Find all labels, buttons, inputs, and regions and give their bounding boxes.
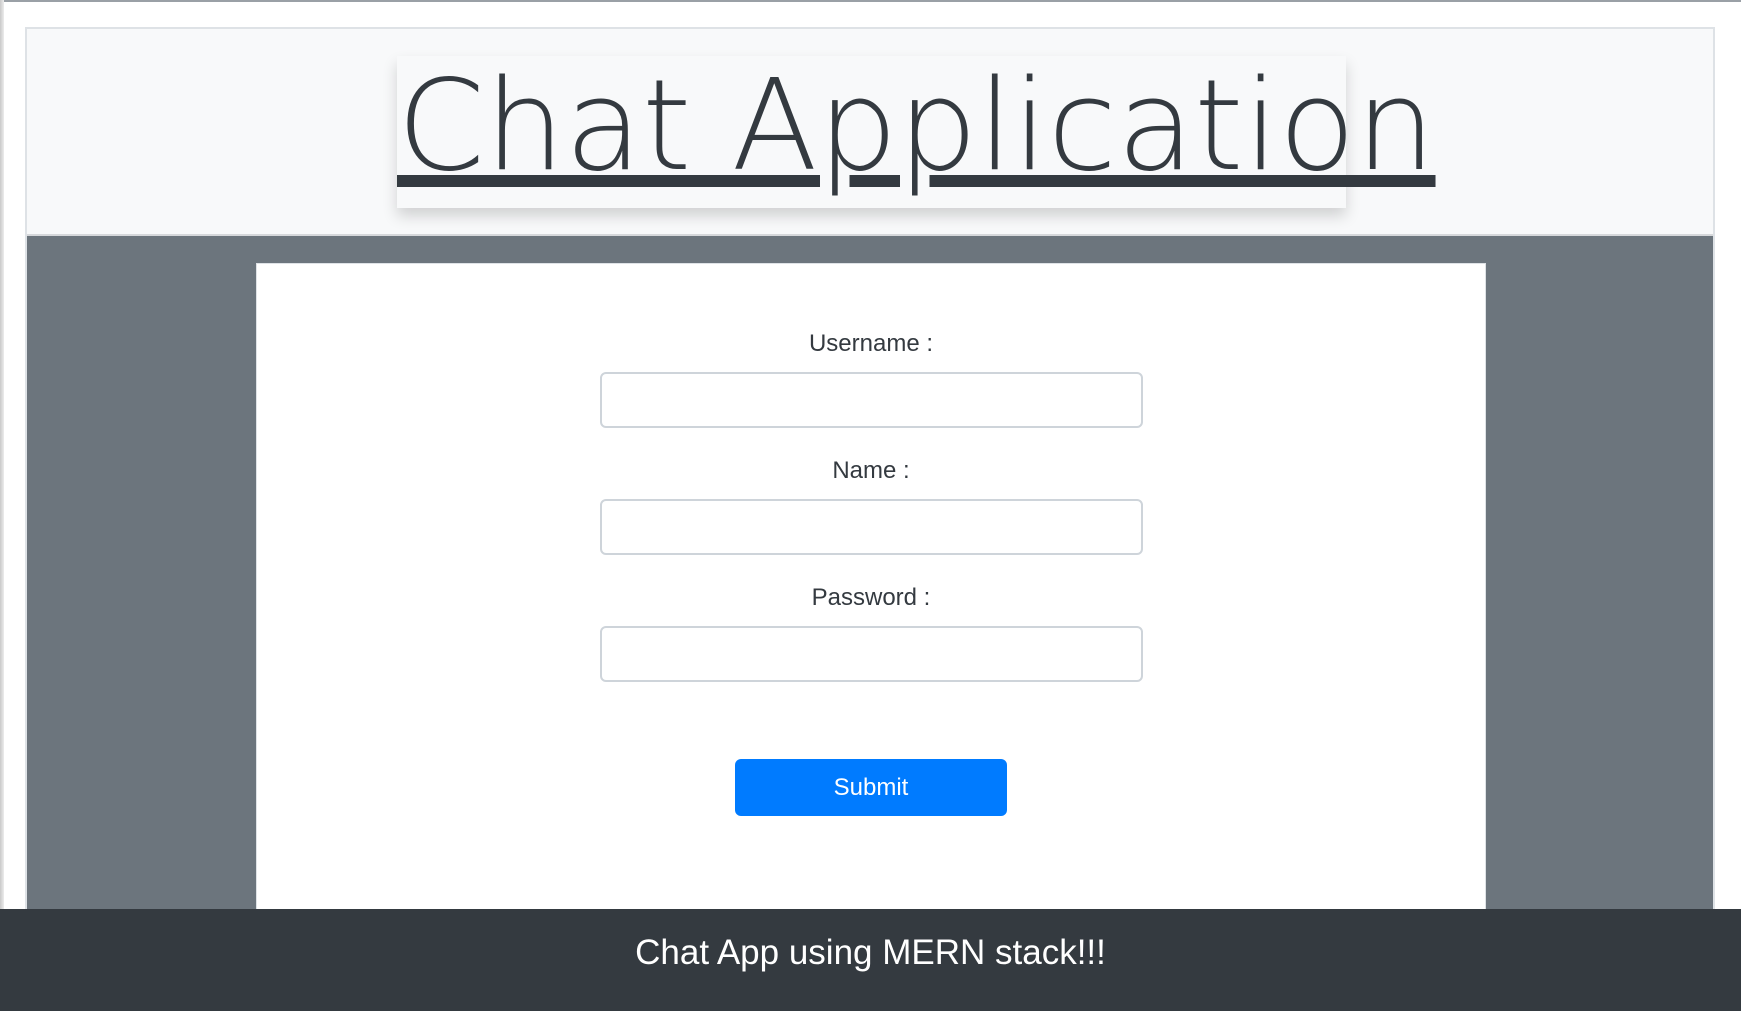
password-input[interactable] (600, 626, 1143, 682)
username-input[interactable] (600, 372, 1143, 428)
submit-button[interactable]: Submit (735, 759, 1007, 816)
top-border (0, 0, 1741, 2)
password-label: Password : (811, 584, 931, 611)
app-container: Chat Application Username : Name : Passw… (25, 27, 1715, 1011)
name-label: Name : (832, 457, 910, 484)
left-border (0, 0, 4, 1011)
name-input[interactable] (600, 499, 1143, 555)
footer-text: Chat App using MERN stack!!! (635, 933, 1106, 972)
login-card: Username : Name : Password : Submit (256, 263, 1486, 1011)
footer: Chat App using MERN stack!!! (0, 909, 1741, 1011)
header: Chat Application (27, 29, 1713, 236)
username-label: Username : (808, 330, 934, 357)
title-box: Chat Application (397, 56, 1436, 208)
app-title-link[interactable]: Chat Application (397, 56, 1436, 196)
page: Chat Application Username : Name : Passw… (0, 0, 1741, 1011)
